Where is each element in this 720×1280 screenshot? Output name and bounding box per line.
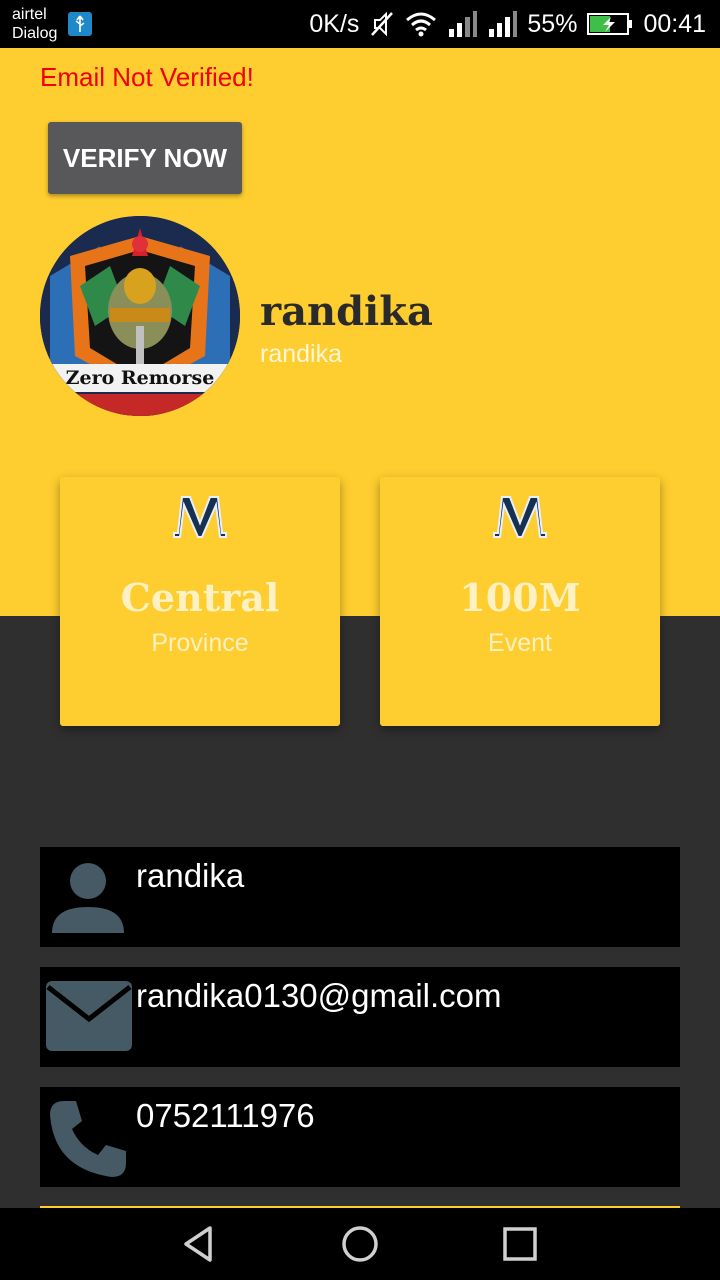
carrier-label: airtel Dialog xyxy=(12,5,57,43)
signal-icon-1 xyxy=(447,11,478,37)
status-icons: 0K/s 55% 00:41 xyxy=(309,0,706,48)
back-icon[interactable] xyxy=(180,1224,220,1264)
navigation-bar xyxy=(0,1208,720,1280)
carrier-line-1: airtel xyxy=(12,6,47,23)
province-label: Province xyxy=(151,629,249,657)
verify-now-button[interactable]: VERIFY NOW xyxy=(48,122,242,194)
province-value: Central xyxy=(120,575,280,620)
svg-text:Zero Remorse: Zero Remorse xyxy=(66,367,215,389)
email-row[interactable]: randika0130@gmail.com xyxy=(40,967,680,1067)
event-card[interactable]: 100M Event xyxy=(380,477,660,726)
signal-icon-2 xyxy=(487,11,518,37)
email-value: randika0130@gmail.com xyxy=(136,977,502,1014)
phone-row[interactable]: 0752111976 xyxy=(40,1087,680,1187)
battery-percent: 55% xyxy=(527,9,578,38)
m-logo-icon xyxy=(173,496,227,538)
name-value: randika xyxy=(136,857,245,894)
event-value: 100M xyxy=(459,575,581,620)
clock: 00:41 xyxy=(643,9,706,38)
wifi-icon xyxy=(405,11,437,37)
profile-display-name: randika xyxy=(260,288,433,335)
person-icon xyxy=(52,863,124,933)
usb-icon xyxy=(68,12,92,36)
net-speed: 0K/s xyxy=(309,9,360,38)
phone-icon xyxy=(50,1101,126,1177)
recents-icon[interactable] xyxy=(500,1224,540,1264)
m-logo-icon xyxy=(493,496,547,538)
province-card[interactable]: Central Province xyxy=(60,477,340,726)
battery-charging-icon xyxy=(587,12,633,36)
avatar[interactable]: Zero Remorse xyxy=(40,216,240,416)
phone-value: 0752111976 xyxy=(136,1097,315,1134)
status-bar: airtel Dialog 0K/s 55% 00:41 xyxy=(0,0,720,48)
event-label: Event xyxy=(488,629,552,657)
email-icon xyxy=(46,981,132,1051)
profile-username: randika xyxy=(260,340,342,368)
carrier-line-2: Dialog xyxy=(12,25,58,42)
mute-icon xyxy=(369,10,395,38)
home-icon[interactable] xyxy=(340,1224,380,1264)
email-warning: Email Not Verified! xyxy=(40,62,254,92)
name-row[interactable]: randika xyxy=(40,847,680,947)
